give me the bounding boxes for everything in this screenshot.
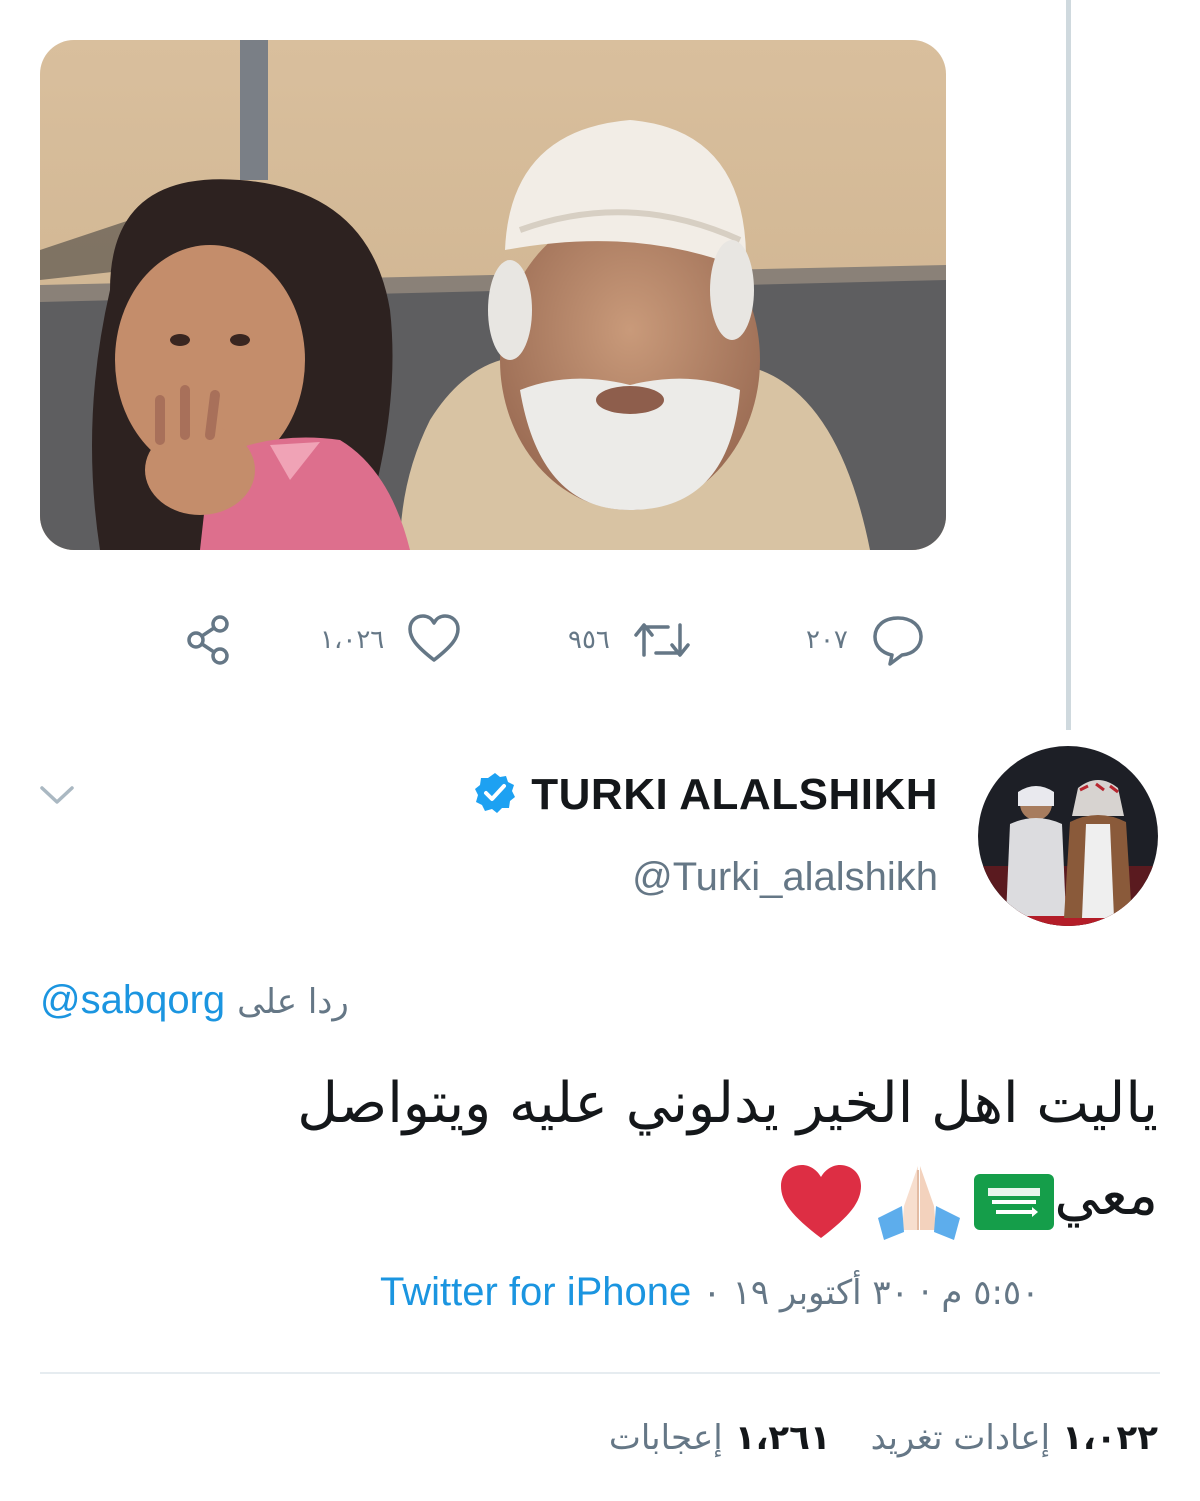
tweet-emojis <box>778 1160 1054 1249</box>
author-avatar[interactable] <box>978 746 1158 926</box>
retweet-count: ٩٥٦ <box>568 625 610 655</box>
meta-separator: · <box>705 1270 719 1314</box>
heart-outline-icon <box>406 612 462 668</box>
speech-bubble-icon <box>870 612 926 668</box>
reply-to-mention[interactable]: @sabqorg <box>40 978 225 1023</box>
retweet-arrows-icon <box>632 615 692 665</box>
reply-count: ٢٠٧ <box>806 625 848 655</box>
reply-to-prefix: ردا على <box>237 982 349 1022</box>
thread-connector-line <box>1066 0 1071 730</box>
red-heart-emoji <box>778 1162 864 1247</box>
tweet-source-link[interactable]: Twitter for iPhone <box>380 1270 691 1315</box>
stats-divider <box>40 1372 1160 1374</box>
reply-to-line: @sabqorg ردا على <box>40 978 349 1023</box>
like-count: ١،٠٢٦ <box>320 625 385 655</box>
tweet-stats: ١،٠٢٢ إعادات تغريد ١،٢٦١ إعجابات <box>609 1418 1158 1458</box>
likes-stat-count: ١،٢٦١ <box>734 1418 831 1458</box>
like-button[interactable]: ١،٠٢٦ <box>320 610 462 670</box>
reply-button[interactable]: ٢٠٧ <box>806 610 926 670</box>
share-icon <box>180 610 240 670</box>
author-name-row[interactable]: TURKI ALALSHIKH <box>473 770 938 820</box>
share-button[interactable] <box>180 610 240 670</box>
likes-stat[interactable]: ١،٢٦١ إعجابات <box>609 1418 831 1458</box>
verified-badge-icon <box>473 771 517 820</box>
retweets-stat-label: إعادات تغريد <box>870 1418 1051 1458</box>
likes-stat-label: إعجابات <box>608 1418 723 1458</box>
saudi-flag-emoji <box>974 1174 1054 1235</box>
tweet-text-line-1: ياليت اهل الخير يدلوني عليه ويتواصل <box>297 1071 1158 1136</box>
tweet-photo[interactable] <box>40 40 946 550</box>
retweets-stat[interactable]: ١،٠٢٢ إعادات تغريد <box>871 1418 1158 1458</box>
retweet-button[interactable]: ٩٥٦ <box>568 610 692 670</box>
retweets-stat-count: ١،٠٢٢ <box>1062 1418 1158 1458</box>
author-handle[interactable]: @Turki_alalshikh <box>632 855 938 900</box>
chevron-down-icon[interactable] <box>38 784 76 813</box>
tweet-meta-line: Twitter for iPhone · ٥:٥٠ م · ٣٠ أكتوبر … <box>380 1270 1039 1315</box>
tweet-timestamp[interactable]: ٥:٥٠ م · ٣٠ أكتوبر ١٩ <box>733 1273 1040 1313</box>
tweet-action-bar: ١،٠٢٦ ٩٥٦ ٢٠٧ <box>160 610 960 670</box>
author-display-name: TURKI ALALSHIKH <box>531 770 938 819</box>
folded-hands-emoji <box>874 1160 964 1249</box>
